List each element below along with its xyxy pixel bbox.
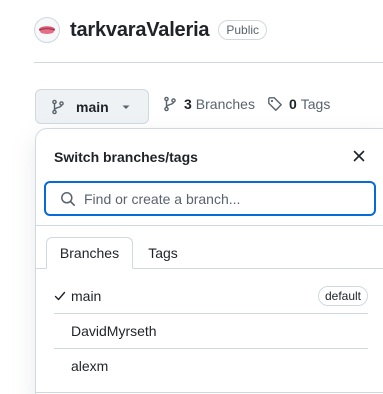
footer-divider [36, 392, 383, 393]
close-button[interactable] [350, 147, 368, 165]
header-divider [34, 62, 383, 63]
branch-selector-button[interactable]: main [35, 89, 149, 124]
branches-count-link[interactable]: 3 Branches [162, 96, 255, 112]
branch-dropdown-panel: Switch branches/tags Branches Tags main … [35, 128, 383, 394]
current-branch-label: main [76, 98, 109, 115]
branch-tag-counts: 3 Branches 0 Tags [162, 96, 330, 112]
git-branch-icon [52, 99, 64, 114]
repo-header: tarkvaraValeria Public [34, 14, 268, 46]
check-icon [54, 290, 71, 302]
dropdown-title: Switch branches/tags [54, 149, 198, 165]
close-icon [353, 150, 365, 162]
tab-branches[interactable]: Branches [46, 237, 133, 269]
branch-name: alexm [71, 358, 109, 374]
branch-search-input[interactable] [84, 190, 354, 207]
tag-icon [268, 97, 282, 111]
default-badge: default [317, 286, 368, 306]
lips-avatar-icon [38, 26, 56, 34]
tabs-top-divider [36, 225, 383, 226]
repo-name[interactable]: tarkvaraValeria [70, 19, 210, 42]
search-icon [61, 191, 75, 206]
branches-count-label: Branches [195, 96, 255, 112]
branch-item-alexm[interactable]: alexm [54, 349, 368, 383]
branch-search-box[interactable] [44, 181, 376, 216]
git-branch-icon [164, 96, 176, 112]
owner-avatar[interactable] [34, 17, 60, 43]
branches-count: 3 [184, 96, 192, 112]
tags-count-link[interactable]: 0 Tags [267, 96, 330, 112]
tab-tags[interactable]: Tags [136, 237, 190, 269]
branch-name: DavidMyrseth [71, 323, 157, 339]
tags-count: 0 [288, 96, 297, 112]
branch-item-davidmyrseth[interactable]: DavidMyrseth [54, 314, 368, 348]
branch-item-main[interactable]: main default [54, 279, 368, 313]
tags-count-label: Tags [300, 96, 331, 112]
triangle-down-icon [121, 102, 131, 112]
branch-name: main [71, 288, 102, 304]
visibility-badge: Public [218, 20, 268, 40]
